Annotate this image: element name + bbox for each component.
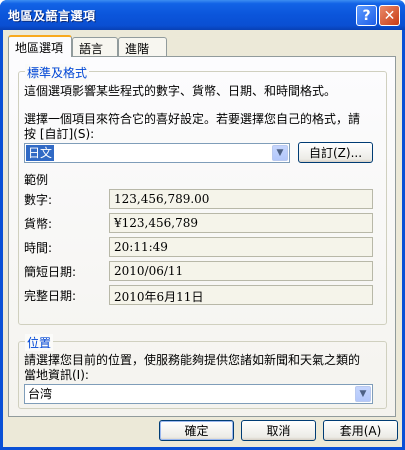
locale-select-value: 日文 (26, 145, 55, 161)
window-title: 地區及語言選項 (8, 9, 96, 23)
title-bar[interactable]: 地區及語言選項 ? ✕ (0, 0, 405, 30)
chevron-down-icon[interactable]: ▼ (355, 386, 371, 402)
location-select[interactable]: 台湾 ▼ (24, 384, 373, 404)
chevron-down-icon[interactable]: ▼ (272, 145, 288, 161)
standards-group: 標準及格式 這個選項影響某些程式的數字、貨幣、日期、和時間格式。 選擇一個項目來… (18, 64, 387, 325)
apply-button-label: 套用(A) (339, 424, 382, 438)
tab-panel: 標準及格式 這個選項影響某些程式的數字、貨幣、日期、和時間格式。 選擇一個項目來… (8, 56, 396, 417)
tab-advanced[interactable]: 進階 (118, 37, 167, 56)
location-description-line2: 當地資訊(I): (24, 368, 89, 382)
close-icon: ✕ (383, 7, 396, 24)
apply-button[interactable]: 套用(A) (323, 420, 398, 441)
standards-instruction-line2: 按 [自訂](S): (24, 127, 95, 141)
tab-languages[interactable]: 語言 (72, 37, 118, 56)
example-long-date-label: 完整日期: (24, 289, 77, 303)
example-currency-label: 貨幣: (24, 217, 53, 231)
dialog-window: 地區及語言選項 ? ✕ 地區選項 語言 進階 標準及格式 這個選項影響某些程式的… (0, 0, 405, 450)
close-button[interactable]: ✕ (379, 5, 400, 26)
ok-button[interactable]: 確定 (159, 420, 234, 441)
cancel-button-label: 取消 (266, 424, 291, 438)
location-select-value: 台湾 (28, 387, 53, 401)
example-currency-value: ¥123,456,789 (109, 213, 373, 233)
tab-label: 地區選項 (15, 41, 64, 55)
example-short-date-label: 簡短日期: (24, 265, 77, 279)
example-long-date-value: 2010年6月11日 (109, 285, 373, 305)
standards-description: 這個選項影響某些程式的數字、貨幣、日期、和時間格式。 (24, 84, 337, 98)
help-button[interactable]: ? (356, 5, 377, 26)
help-icon: ? (362, 7, 371, 24)
location-legend: 位置 (25, 334, 54, 351)
cancel-button[interactable]: 取消 (241, 420, 316, 441)
customize-button[interactable]: 自訂(Z)... (298, 142, 373, 163)
example-short-date-value: 2010/06/11 (109, 261, 373, 281)
tab-regional-options[interactable]: 地區選項 (8, 35, 72, 57)
example-number-label: 數字: (24, 193, 53, 207)
locale-select[interactable]: 日文 ▼ (24, 143, 290, 163)
tab-label: 進階 (125, 42, 150, 56)
dialog-body: 地區選項 語言 進階 標準及格式 這個選項影響某些程式的數字、貨幣、日期、和時間… (3, 30, 402, 447)
example-time-label: 時間: (24, 241, 53, 255)
tab-label: 語言 (79, 42, 104, 56)
example-time-value: 20:11:49 (109, 237, 373, 257)
examples-title: 範例 (24, 173, 49, 187)
customize-button-label: 自訂(Z)... (308, 146, 363, 160)
standards-legend: 標準及格式 (25, 64, 90, 81)
location-group: 位置 請選擇您目前的位置，使服務能夠提供您諸如新聞和天氣之類的 當地資訊(I):… (18, 334, 387, 409)
ok-button-label: 確定 (184, 424, 209, 438)
example-number-value: 123,456,789.00 (109, 189, 373, 209)
